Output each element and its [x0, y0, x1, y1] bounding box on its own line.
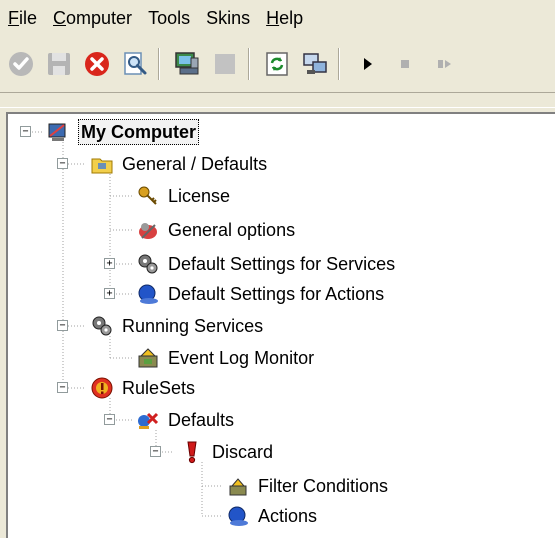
tree-node-default-actions[interactable]: Default Settings for Actions: [136, 278, 384, 310]
expander-rulesets[interactable]: −: [57, 382, 68, 393]
tree-node-event-log-monitor[interactable]: Event Log Monitor: [136, 342, 314, 374]
save-icon: [48, 53, 70, 75]
tree-node-default-services[interactable]: Default Settings for Services: [136, 248, 395, 280]
ruleset-defaults-icon: [136, 408, 160, 432]
delete-icon: [85, 52, 109, 76]
menu-skins[interactable]: Skins: [202, 8, 262, 29]
tree-node-label: Defaults: [168, 410, 235, 430]
expander-defaults[interactable]: −: [104, 414, 115, 425]
toolbar-separator: [248, 48, 250, 80]
tree-node-actions[interactable]: Actions: [226, 500, 317, 532]
stop-button[interactable]: [388, 47, 422, 81]
toolbar-separator: [338, 48, 340, 80]
tree-node-label: Actions: [258, 506, 318, 526]
expander-root[interactable]: −: [20, 126, 31, 137]
menu-help-label: elp: [279, 7, 304, 28]
network-button[interactable]: [298, 47, 332, 81]
tree-node-label: Event Log Monitor: [168, 348, 315, 368]
blank-panel-icon: [215, 54, 235, 74]
expander-discard[interactable]: −: [150, 446, 161, 457]
tree-node-label: General options: [168, 220, 296, 240]
tree-node-defaults[interactable]: Defaults: [136, 404, 234, 436]
alert-icon: [90, 376, 114, 400]
expander-general[interactable]: −: [57, 158, 68, 169]
check-button[interactable]: [4, 47, 38, 81]
tree-node-license[interactable]: License: [136, 180, 230, 212]
tree-node-filter-conditions[interactable]: Filter Conditions: [226, 470, 388, 502]
refresh-button[interactable]: [260, 47, 294, 81]
tree-node-general-options[interactable]: General options: [136, 214, 295, 246]
menu-bar: File Computer Tools Skins Help: [0, 0, 555, 36]
computer-icon: [175, 52, 199, 75]
menu-file[interactable]: File: [0, 8, 49, 29]
tree-node-my-computer[interactable]: My Computer: [46, 116, 200, 148]
menu-computer-accel: C: [53, 7, 67, 28]
menu-computer[interactable]: Computer: [49, 8, 144, 29]
menu-tools[interactable]: Tools: [144, 8, 202, 29]
save-button[interactable]: [42, 47, 76, 81]
gears-icon: [90, 314, 114, 338]
key-icon: [136, 184, 160, 208]
network-icon: [303, 53, 327, 74]
toolbar-strip: [0, 92, 555, 108]
tree-node-label: Running Services: [122, 316, 264, 336]
tree-node-rulesets[interactable]: RuleSets: [90, 372, 195, 404]
globe-icon: [226, 504, 250, 528]
delete-button[interactable]: [80, 47, 114, 81]
tree-node-label: License: [168, 186, 231, 206]
search-icon: [124, 52, 147, 75]
refresh-icon: [266, 52, 288, 76]
expander-running-services[interactable]: −: [57, 320, 68, 331]
toolbar: [0, 40, 555, 88]
menu-file-label: ile: [19, 7, 38, 28]
tree-node-label: General / Defaults: [122, 154, 268, 174]
expander-default-services[interactable]: +: [104, 258, 115, 269]
check-icon: [9, 52, 33, 76]
computer-icon: [46, 120, 70, 144]
tree-panel[interactable]: − − + + − − − − My Computer General / De…: [6, 112, 555, 538]
menu-skins-label: Skins: [206, 7, 251, 28]
tree-node-label: Default Settings for Actions: [168, 284, 385, 304]
search-button[interactable]: [118, 47, 152, 81]
tree-node-label: Filter Conditions: [258, 476, 389, 496]
step-icon: [438, 60, 451, 68]
play-button[interactable]: [350, 47, 384, 81]
stop-icon: [401, 60, 409, 68]
event-log-icon: [136, 346, 160, 370]
computer-button[interactable]: [170, 47, 204, 81]
tree-node-label: My Computer: [78, 119, 200, 145]
expander-default-actions[interactable]: +: [104, 288, 115, 299]
menu-help[interactable]: Help: [262, 8, 315, 29]
menu-computer-label: omputer: [66, 7, 133, 28]
tree-node-label: Discard: [212, 442, 274, 462]
filter-icon: [226, 474, 250, 498]
menu-help-accel: H: [266, 7, 280, 28]
step-button[interactable]: [426, 47, 460, 81]
tree-node-general-defaults[interactable]: General / Defaults: [90, 148, 267, 180]
globe-icon: [136, 282, 160, 306]
play-icon: [364, 58, 372, 70]
folder-icon: [90, 152, 114, 176]
panel-button[interactable]: [208, 47, 242, 81]
menu-file-accel: F: [8, 7, 19, 28]
gears-icon: [136, 252, 160, 276]
options-icon: [136, 218, 160, 242]
exclamation-icon: [180, 440, 204, 464]
tree-node-running-services[interactable]: Running Services: [90, 310, 263, 342]
tree-node-discard[interactable]: Discard: [180, 436, 273, 468]
toolbar-separator: [158, 48, 160, 80]
tree-node-label: Default Settings for Services: [168, 254, 396, 274]
menu-tools-label: Tools: [148, 7, 191, 28]
tree-node-label: RuleSets: [122, 378, 196, 398]
